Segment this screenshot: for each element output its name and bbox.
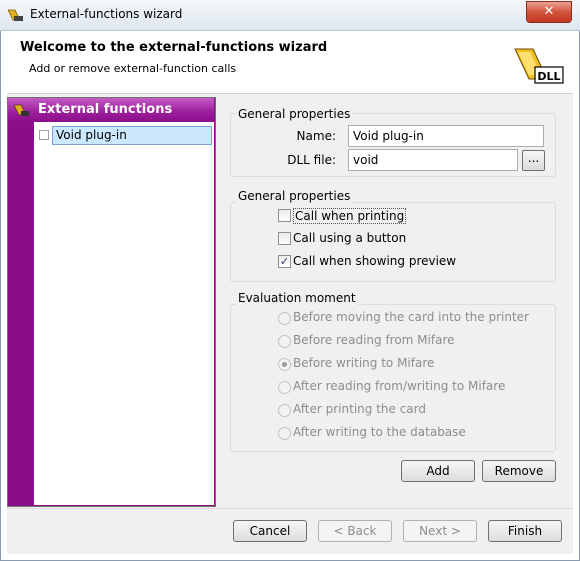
remove-button[interactable]: Remove [482, 460, 556, 482]
dll-logo-icon: DLL [514, 48, 564, 84]
wizard-title: Welcome to the external-functions wizard [20, 40, 328, 55]
dll-icon [14, 104, 29, 116]
back-button[interactable]: < Back [318, 520, 392, 542]
call-when-printing-label[interactable]: Call when printing [293, 208, 407, 224]
call-using-button-label[interactable]: Call using a button [293, 231, 406, 245]
window-title: External-functions wizard [30, 7, 183, 21]
close-icon: ✕ [543, 4, 555, 19]
finish-button[interactable]: Finish [488, 520, 562, 542]
before-moving-card-label[interactable]: Before moving the card into the printer [293, 310, 529, 324]
general-properties-label: General properties [236, 107, 353, 121]
wizard-subtitle: Add or remove external-function calls [29, 62, 237, 75]
name-label: Name: [296, 129, 336, 143]
call-when-printing-checkbox[interactable] [278, 209, 291, 222]
tree-item-void-plug-in[interactable]: Void plug-in [52, 126, 212, 145]
tree-header-label: External functions [38, 102, 173, 117]
call-when-showing-preview-checkbox[interactable]: ✓ [278, 255, 291, 268]
before-moving-card-radio[interactable] [278, 312, 291, 325]
after-printing-card-label[interactable]: After printing the card [293, 402, 426, 416]
after-printing-card-radio[interactable] [278, 404, 291, 417]
before-reading-mifare-radio[interactable] [278, 335, 291, 348]
browse-button[interactable]: ... [522, 150, 545, 171]
after-reading-writing-mifare-radio[interactable] [278, 381, 291, 394]
after-writing-database-radio[interactable] [278, 427, 291, 440]
evaluation-moment-label: Evaluation moment [236, 291, 358, 305]
add-button[interactable]: Add [401, 460, 475, 482]
checkmark-icon: ✓ [279, 255, 290, 268]
name-field[interactable]: Void plug-in [348, 125, 544, 147]
before-writing-mifare-radio[interactable] [278, 358, 291, 371]
app-icon [8, 9, 23, 21]
call-options-label: General properties [236, 189, 353, 203]
cancel-button[interactable]: Cancel [233, 520, 307, 542]
functions-tree[interactable] [34, 122, 214, 505]
after-writing-database-label[interactable]: After writing to the database [293, 425, 466, 439]
before-writing-mifare-label[interactable]: Before writing to Mifare [293, 356, 434, 370]
wizard-header: Welcome to the external-functions wizard… [7, 31, 573, 94]
radio-selected-dot-icon [282, 362, 287, 367]
before-reading-mifare-label[interactable]: Before reading from Mifare [293, 333, 455, 347]
dll-file-label: DLL file: [287, 153, 336, 167]
close-button[interactable]: ✕ [526, 1, 572, 23]
dll-file-field[interactable]: void [348, 149, 518, 171]
call-using-button-checkbox[interactable] [278, 232, 291, 245]
after-reading-writing-mifare-label[interactable]: After reading from/writing to Mifare [293, 379, 505, 393]
tree-item-label: Void plug-in [56, 128, 127, 142]
next-button[interactable]: Next > [403, 520, 477, 542]
call-when-showing-preview-label[interactable]: Call when showing preview [293, 254, 456, 268]
tree-expander-icon[interactable] [39, 130, 49, 140]
dll-logo-text: DLL [537, 70, 560, 83]
